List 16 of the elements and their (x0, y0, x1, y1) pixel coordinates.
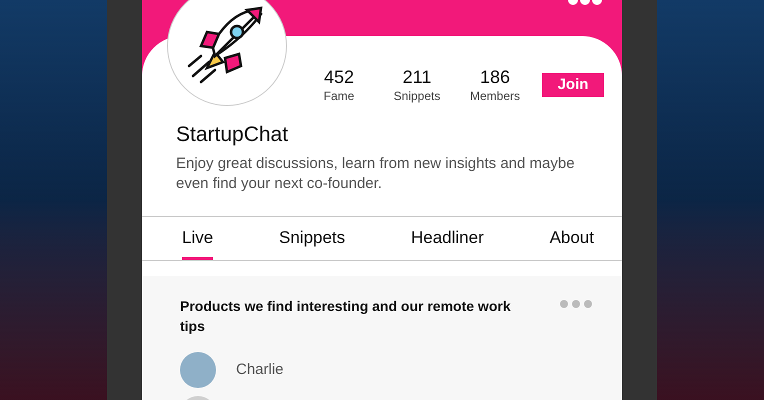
tab[interactable]: About (550, 217, 594, 260)
tab[interactable]: Live (182, 217, 214, 260)
stat-value: 186 (480, 66, 510, 88)
user-avatar (180, 352, 216, 388)
author-name: Charlie (236, 360, 284, 380)
stat-label: Fame (324, 88, 354, 104)
post-title: Products we find interesting and our remote work tips (180, 297, 512, 336)
stat-label: Snippets (394, 88, 440, 104)
stat-value: 211 (402, 66, 432, 88)
join-button[interactable]: Join (542, 73, 604, 97)
stat-value: 452 (324, 66, 354, 88)
group-name: StartupChat (176, 122, 290, 148)
stat-label: Members (470, 88, 520, 104)
tab[interactable]: Headliner (410, 217, 484, 260)
group-description: Enjoy great discussions, learn from new insights and maybe even find your next co-founder. (176, 154, 576, 194)
tab[interactable]: Snippets (279, 217, 346, 260)
